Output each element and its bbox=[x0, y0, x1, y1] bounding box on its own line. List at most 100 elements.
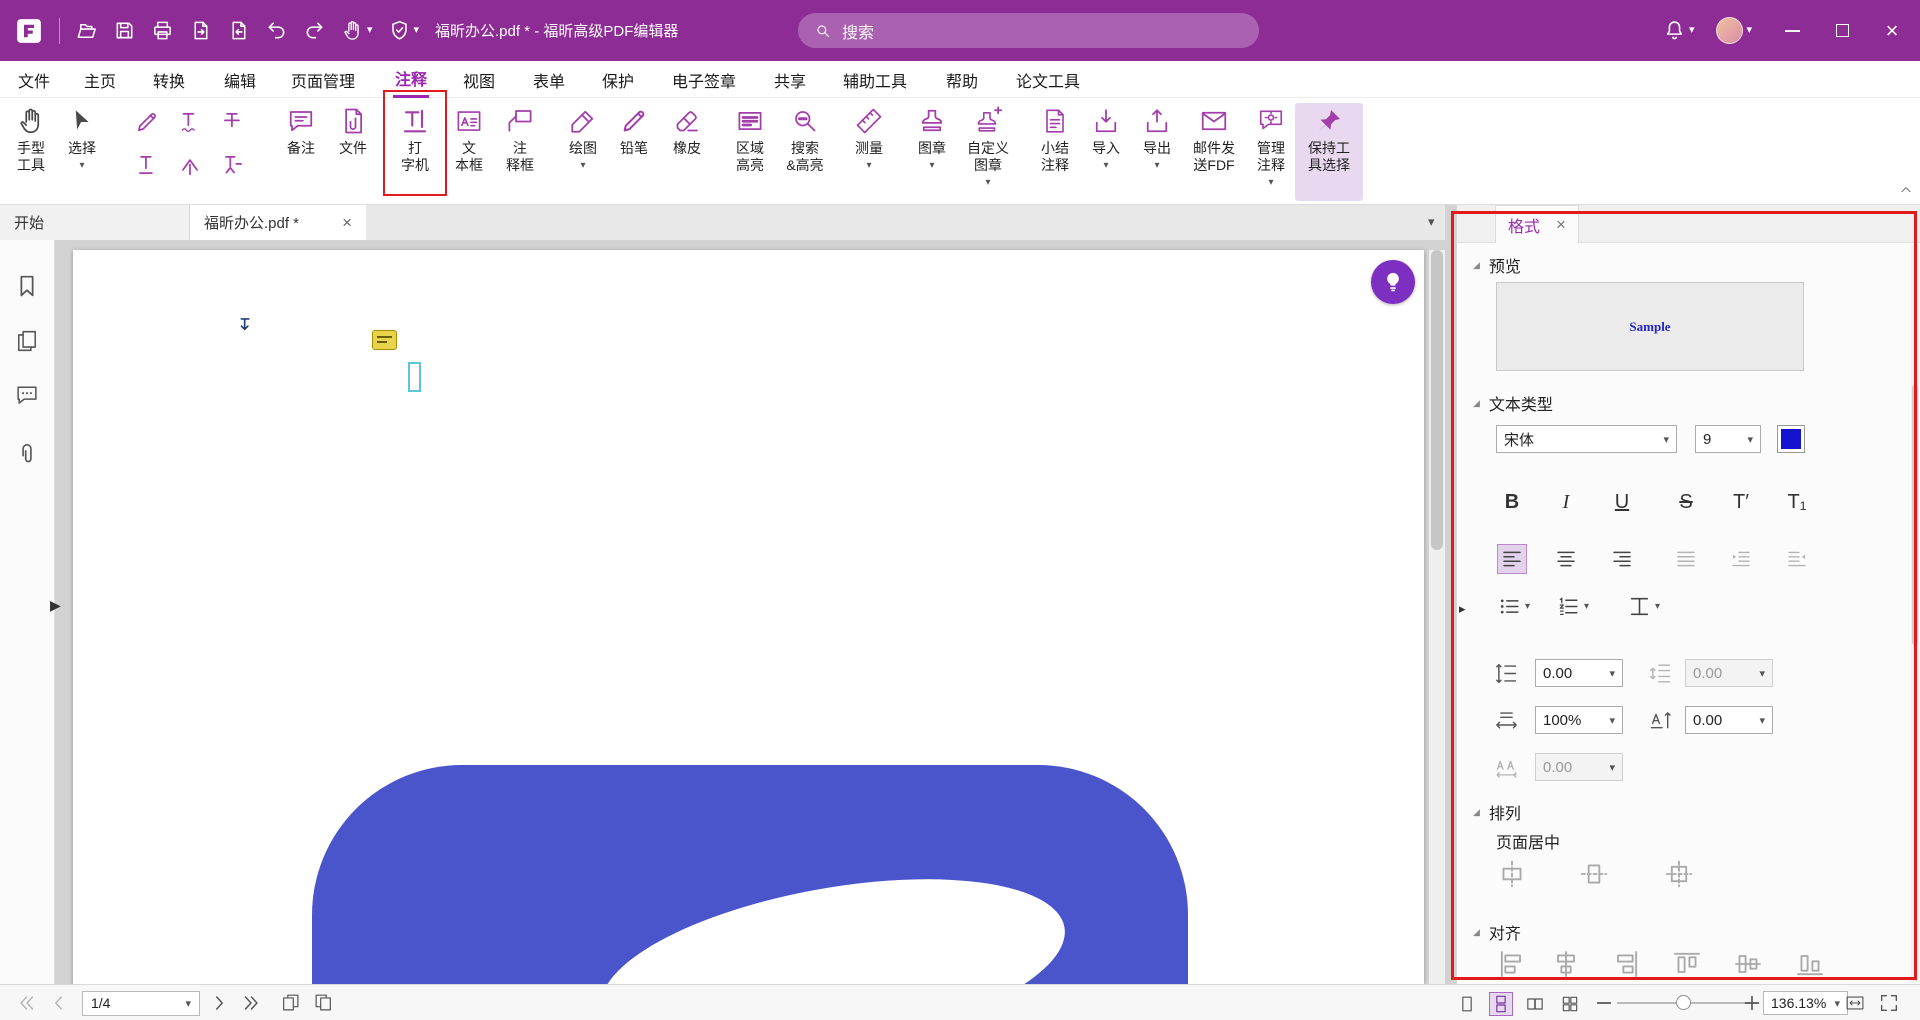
menu-tab-share[interactable]: 共享 bbox=[772, 61, 808, 98]
next-view-button[interactable] bbox=[312, 992, 334, 1014]
font-color-button[interactable] bbox=[1777, 425, 1805, 453]
obj-align-bottom-button[interactable] bbox=[1794, 948, 1826, 980]
strikeout-button[interactable] bbox=[218, 107, 248, 137]
style-superscript-button[interactable]: T′ bbox=[1724, 487, 1758, 517]
panel-scrollbar[interactable] bbox=[1911, 245, 1919, 982]
menu-tab-thesis[interactable]: 论文工具 bbox=[1014, 61, 1082, 98]
fullscreen-button[interactable] bbox=[1878, 992, 1900, 1014]
print-button[interactable] bbox=[151, 19, 174, 42]
maximize-button[interactable] bbox=[1832, 21, 1852, 41]
indent-right-button[interactable] bbox=[1782, 544, 1812, 574]
menu-tab-form[interactable]: 表单 bbox=[531, 61, 567, 98]
style-italic-button[interactable]: I bbox=[1549, 487, 1583, 517]
stamp-button[interactable]: 图章▾ bbox=[905, 103, 959, 201]
ribbon-collapse-icon[interactable] bbox=[1898, 182, 1914, 198]
sidebar-pages-button[interactable] bbox=[11, 325, 43, 357]
caret-down-icon[interactable]: ▾ bbox=[414, 25, 420, 36]
obj-align-right-button[interactable] bbox=[1610, 948, 1642, 980]
pdf-page[interactable] bbox=[73, 250, 1424, 984]
sidebar-attachments-button[interactable] bbox=[11, 439, 43, 471]
next-page-button[interactable] bbox=[208, 992, 230, 1014]
hand-mode-button[interactable]: ▾ bbox=[341, 19, 373, 42]
callout-button[interactable]: 注 释框 bbox=[493, 103, 547, 201]
arrange-section-header[interactable]: ◢排列 bbox=[1473, 800, 1521, 824]
panel-close-icon[interactable]: × bbox=[1556, 215, 1566, 235]
menu-tab-convert[interactable]: 转换 bbox=[151, 61, 187, 98]
replace-text-button[interactable] bbox=[218, 150, 248, 180]
textbox-button[interactable]: 文 本框 bbox=[442, 103, 496, 201]
horizontal-scale-select[interactable]: 100%▾ bbox=[1535, 706, 1623, 734]
note-annotation[interactable] bbox=[372, 330, 397, 350]
center-both-button[interactable] bbox=[1663, 858, 1695, 890]
align-right-button[interactable] bbox=[1607, 544, 1637, 574]
manage-comments-button[interactable]: 管理 注释▾ bbox=[1244, 103, 1298, 201]
app-logo-icon[interactable] bbox=[14, 16, 44, 46]
style-bold-button[interactable]: B bbox=[1495, 487, 1529, 517]
first-page-button[interactable] bbox=[16, 992, 38, 1014]
sidebar-bookmarks-button[interactable] bbox=[11, 270, 43, 302]
sidebar-comments-button[interactable] bbox=[11, 379, 43, 411]
zoom-slider-handle[interactable] bbox=[1676, 995, 1691, 1010]
menu-tab-view[interactable]: 视图 bbox=[461, 61, 497, 98]
squiggly-underline-button[interactable] bbox=[175, 107, 205, 137]
line-spacing-select[interactable]: 0.00▾ bbox=[1535, 659, 1623, 687]
scrollbar-thumb[interactable] bbox=[1431, 250, 1443, 550]
style-underline-button[interactable]: U bbox=[1605, 487, 1639, 517]
account-button[interactable]: ▾ bbox=[1716, 17, 1752, 44]
menu-tab-organize[interactable]: 页面管理 bbox=[289, 61, 357, 98]
summary-comments-button[interactable]: 小结 注释 bbox=[1028, 103, 1082, 201]
insert-text-button[interactable] bbox=[175, 150, 205, 180]
menu-tab-home[interactable]: 主页 bbox=[82, 61, 118, 98]
last-page-button[interactable] bbox=[240, 992, 262, 1014]
facing-view-button[interactable] bbox=[1523, 992, 1547, 1016]
zoom-out-button[interactable] bbox=[1593, 992, 1615, 1014]
center-v-button[interactable] bbox=[1578, 858, 1610, 890]
highlight-button[interactable] bbox=[132, 107, 162, 137]
area-highlight-button[interactable]: 区域 高亮 bbox=[723, 103, 777, 201]
style-subscript-button[interactable]: T₁ bbox=[1780, 487, 1814, 517]
text-type-section-header[interactable]: ◢文本类型 bbox=[1473, 391, 1553, 415]
pencil-tool-button[interactable]: 铅笔 bbox=[607, 103, 661, 201]
single-page-view-button[interactable] bbox=[1455, 992, 1479, 1016]
grid-view-button[interactable] bbox=[1558, 992, 1582, 1016]
file-annotation-button[interactable]: 文件 bbox=[326, 103, 380, 201]
continuous-view-button[interactable] bbox=[1489, 992, 1513, 1016]
align-section-header[interactable]: ◢对齐 bbox=[1473, 920, 1521, 944]
protection-button[interactable]: ▾ bbox=[388, 19, 420, 42]
menu-tab-file[interactable]: 文件 bbox=[16, 61, 52, 98]
save-button[interactable] bbox=[113, 19, 136, 42]
drawing-button[interactable]: 绘图▾ bbox=[556, 103, 610, 201]
obj-align-vcenter-button[interactable] bbox=[1732, 948, 1764, 980]
previous-page-button[interactable] bbox=[48, 992, 70, 1014]
menu-tab-comment[interactable]: 注释 bbox=[393, 61, 429, 98]
previous-view-button[interactable] bbox=[280, 992, 302, 1014]
menu-tab-edit[interactable]: 编辑 bbox=[222, 61, 258, 98]
import-file-button[interactable] bbox=[227, 19, 250, 42]
keep-tool-selected-button[interactable]: 保持工 具选择 bbox=[1295, 103, 1363, 201]
export-file-button[interactable] bbox=[189, 19, 212, 42]
format-panel-tab[interactable]: 格式 × bbox=[1495, 205, 1579, 243]
align-left-button[interactable] bbox=[1497, 544, 1527, 574]
export-comments-button[interactable]: 导出▾ bbox=[1130, 103, 1184, 201]
paragraph-spacing-select[interactable]: 0.00▾ bbox=[1685, 659, 1773, 687]
note-button[interactable]: 备注 bbox=[274, 103, 328, 201]
style-strikethrough-button[interactable]: S bbox=[1669, 487, 1703, 517]
global-search-box[interactable]: 搜索 bbox=[798, 13, 1259, 48]
vertical-scrollbar[interactable] bbox=[1429, 250, 1445, 984]
caret-down-icon[interactable]: ▾ bbox=[367, 25, 373, 36]
menu-tab-accessibility[interactable]: 辅助工具 bbox=[841, 61, 909, 98]
baseline-offset-select[interactable]: 0.00▾ bbox=[1685, 706, 1773, 734]
zoom-level-select[interactable]: 136.13%▾ bbox=[1763, 991, 1848, 1015]
email-fdf-button[interactable]: 邮件发 送FDF bbox=[1183, 103, 1245, 201]
minimize-button[interactable] bbox=[1782, 21, 1802, 41]
align-justify-button[interactable] bbox=[1671, 544, 1701, 574]
hand-tool-button[interactable]: 手型 工具 bbox=[4, 103, 58, 201]
typewriter-button[interactable]: 打 字机 bbox=[388, 103, 442, 201]
underline-text-button[interactable] bbox=[132, 150, 162, 180]
obj-align-left-button[interactable] bbox=[1496, 948, 1528, 980]
open-button[interactable] bbox=[75, 19, 98, 42]
bullet-list-button[interactable]: ▾ bbox=[1497, 594, 1530, 619]
char-spacing-select[interactable]: 0.00▾ bbox=[1535, 753, 1623, 781]
menu-tab-esign[interactable]: 电子签章 bbox=[670, 61, 738, 98]
doc-tab-start[interactable]: 开始 bbox=[0, 205, 190, 240]
